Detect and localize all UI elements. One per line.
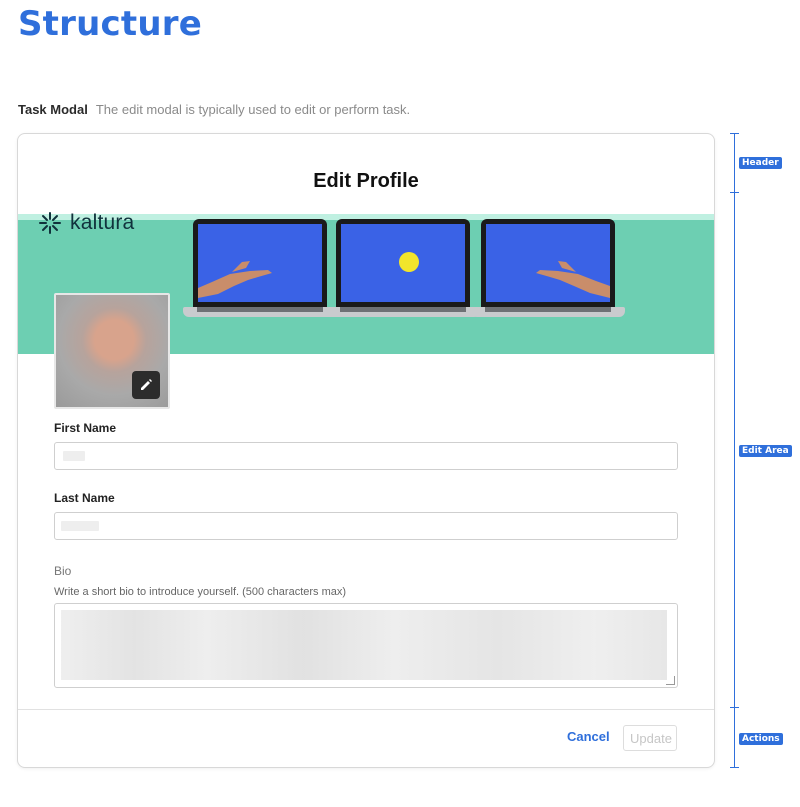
- edit-profile-modal: Edit Profile kaltura First Name Last Nam…: [17, 133, 715, 768]
- kaltura-logo-text: kaltura: [70, 211, 135, 234]
- hand-illustration-right: [536, 261, 610, 298]
- annotation-tick-header-end: [730, 192, 739, 193]
- footer-divider: [18, 709, 714, 710]
- first-name-input[interactable]: [54, 442, 678, 470]
- edit-photo-button[interactable]: [132, 371, 160, 399]
- resize-grip-icon[interactable]: [666, 676, 675, 685]
- update-button[interactable]: Update: [623, 725, 677, 751]
- page-title: Structure: [18, 4, 202, 44]
- annotation-header-badge: Header: [739, 157, 782, 169]
- pencil-icon: [141, 379, 152, 390]
- section-caption: Task Modal The edit modal is typically us…: [18, 102, 410, 117]
- annotation-tick-top: [730, 133, 739, 134]
- hand-illustration-left: [198, 261, 272, 298]
- first-name-value-redacted: [63, 451, 85, 461]
- kaltura-logo: kaltura: [38, 211, 134, 235]
- annotation-tick-edit-end: [730, 707, 739, 708]
- caption-description: The edit modal is typically used to edit…: [95, 102, 411, 117]
- first-name-label: First Name: [54, 421, 117, 435]
- kaltura-logo-icon: [39, 212, 61, 234]
- annotation-actions-badge: Actions: [739, 733, 783, 745]
- ball-illustration: [399, 252, 419, 272]
- cancel-button[interactable]: Cancel: [567, 729, 610, 744]
- bio-help-text: Write a short bio to introduce yourself.…: [54, 586, 347, 598]
- bio-textarea[interactable]: [54, 603, 678, 688]
- bio-text-redacted: [61, 610, 667, 680]
- annotation-edit-area-badge: Edit Area: [739, 445, 792, 457]
- last-name-value-redacted: [61, 521, 99, 531]
- modal-title: Edit Profile: [313, 170, 419, 192]
- bio-label: Bio: [54, 564, 72, 578]
- annotation-bracket: [734, 133, 735, 767]
- caption-heading: Task Modal: [18, 102, 88, 117]
- last-name-input[interactable]: [54, 512, 678, 540]
- last-name-label: Last Name: [54, 491, 115, 505]
- annotation-tick-bottom: [730, 767, 739, 768]
